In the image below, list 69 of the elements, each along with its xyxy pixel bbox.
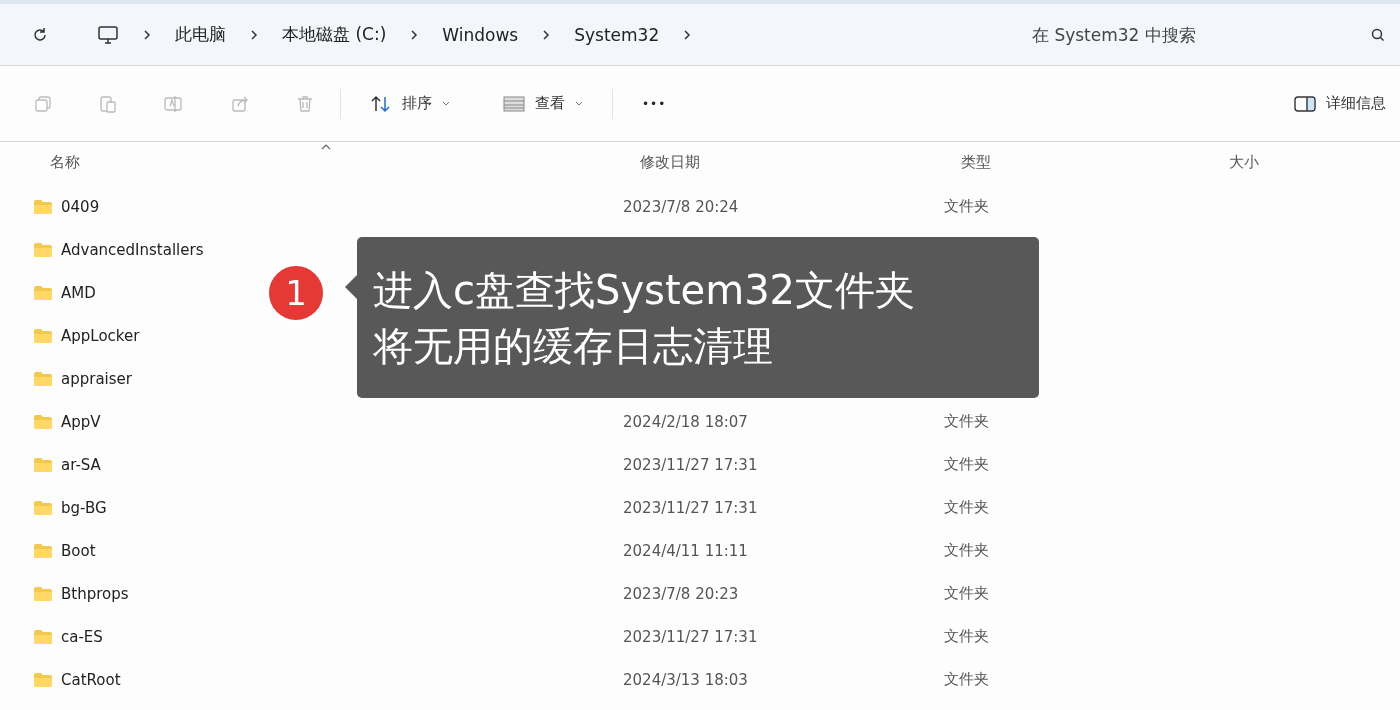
file-name[interactable]: 0409 xyxy=(61,197,100,216)
chevron-icon[interactable] xyxy=(410,28,419,41)
modified-date: 2023/11/27 17:31 xyxy=(623,455,758,474)
file-type: 文件夹 xyxy=(944,498,989,516)
breadcrumb-item[interactable]: System32 xyxy=(574,24,660,45)
chevron-icon[interactable] xyxy=(683,28,692,41)
column-header[interactable]: 大小 xyxy=(1212,152,1259,172)
file-name[interactable]: ca-ES xyxy=(61,627,103,646)
modified-date: 2023/7/8 20:23 xyxy=(623,584,739,603)
callout-text: 将无用的缓存日志清理 xyxy=(373,321,774,371)
search-field[interactable]: 在 System32 中搜索 xyxy=(1006,23,1400,46)
sort-icon xyxy=(370,94,392,113)
chevron-icon[interactable] xyxy=(250,28,258,41)
modified-date: 2023/7/8 20:24 xyxy=(623,197,739,216)
folder-icon xyxy=(33,241,53,258)
folder-icon xyxy=(33,327,53,344)
file-type: 文件夹 xyxy=(944,197,989,215)
more-button[interactable]: ••• xyxy=(638,92,671,115)
breadcrumb-item[interactable]: Windows xyxy=(442,24,519,45)
step-badge: 1 xyxy=(267,263,325,322)
file-name[interactable]: ar-SA xyxy=(61,455,101,474)
file-name[interactable]: bg-BG xyxy=(61,498,107,517)
modified-date: 2023/11/27 17:31 xyxy=(623,498,758,517)
caret-icon xyxy=(442,100,450,107)
file-type: 文件夹 xyxy=(944,412,989,430)
file-name[interactable]: Bthprops xyxy=(61,584,129,603)
refresh-icon[interactable] xyxy=(31,25,49,44)
column-header[interactable]: 类型 xyxy=(944,152,991,172)
search-icon xyxy=(1370,26,1386,43)
folder-icon xyxy=(33,542,53,559)
column-header[interactable]: 名称 xyxy=(33,152,80,172)
column-header[interactable]: 修改日期 xyxy=(623,152,700,172)
file-name[interactable]: AdvancedInstallers xyxy=(61,240,204,259)
details-pane-icon xyxy=(1294,95,1316,112)
file-name[interactable]: AppLocker xyxy=(61,326,140,345)
folder-icon xyxy=(33,284,53,301)
breadcrumb-item[interactable]: 此电脑 xyxy=(175,23,226,46)
modified-date: 2024/2/18 18:07 xyxy=(623,412,748,431)
folder-icon xyxy=(33,499,53,516)
file-type: 文件夹 xyxy=(944,455,989,473)
folder-icon xyxy=(33,413,53,430)
sort-button[interactable]: 排序 xyxy=(366,90,454,117)
folder-icon xyxy=(33,585,53,602)
chevron-icon[interactable] xyxy=(143,28,151,41)
list-view-icon xyxy=(503,95,525,112)
details-button[interactable]: 详细信息 xyxy=(1290,90,1390,117)
file-name[interactable]: CatRoot xyxy=(61,670,121,689)
chevron-icon[interactable] xyxy=(542,28,551,41)
folder-icon xyxy=(33,456,53,473)
breadcrumb-item[interactable]: 本地磁盘 (C:) xyxy=(282,23,387,46)
modified-date: 2024/4/11 11:11 xyxy=(623,541,748,560)
caret-icon xyxy=(575,100,583,107)
file-name[interactable]: appraiser xyxy=(61,369,132,388)
folder-icon xyxy=(33,671,53,688)
file-type: 文件夹 xyxy=(944,541,989,559)
file-name[interactable]: AMD xyxy=(61,283,96,302)
file-type: 文件夹 xyxy=(944,670,989,688)
modified-date: 2023/11/27 17:31 xyxy=(623,627,758,646)
folder-icon xyxy=(33,198,53,215)
callout-text: 进入c盘查找System32文件夹 xyxy=(373,265,917,315)
file-name[interactable]: AppV xyxy=(61,412,101,431)
folder-icon xyxy=(33,628,53,645)
view-button[interactable]: 查看 xyxy=(499,90,587,117)
file-name[interactable]: Boot xyxy=(61,541,96,560)
folder-icon xyxy=(33,370,53,387)
computer-icon[interactable] xyxy=(97,24,119,45)
file-type: 文件夹 xyxy=(944,627,989,645)
modified-date: 2024/3/13 18:03 xyxy=(623,670,748,689)
file-type: 文件夹 xyxy=(944,584,989,602)
